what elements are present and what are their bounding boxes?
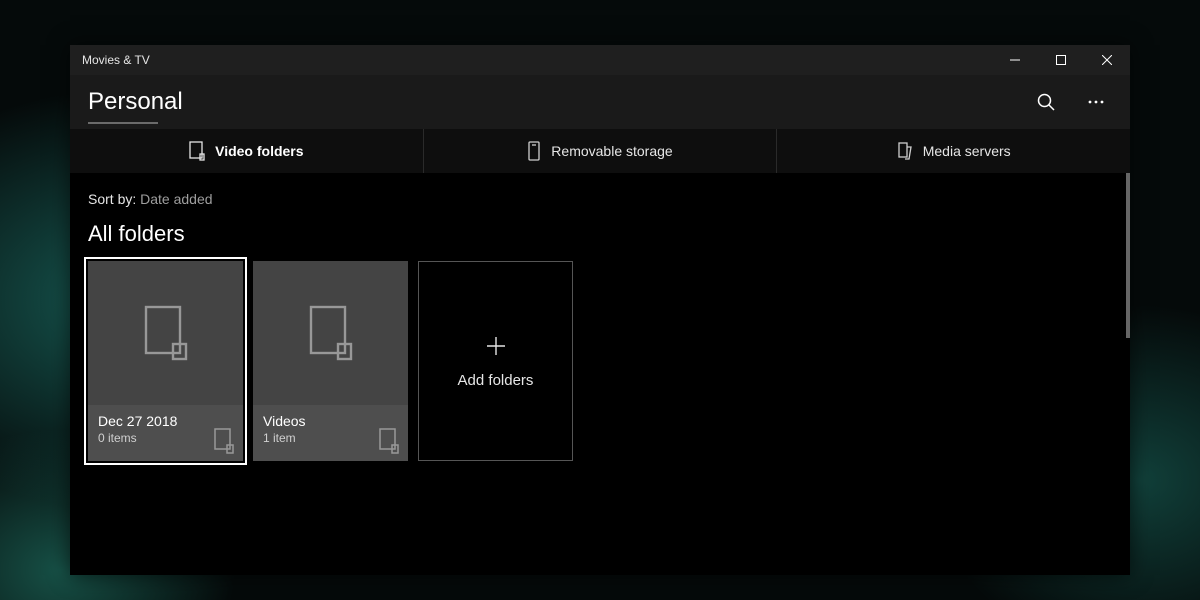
tab-label: Video folders (215, 143, 303, 159)
close-icon (1102, 55, 1112, 65)
close-button[interactable] (1084, 45, 1130, 75)
folder-outline-icon (189, 141, 205, 161)
window-controls (992, 45, 1130, 75)
folder-outline-icon (143, 304, 189, 362)
header-actions (1030, 86, 1112, 118)
folder-badge (213, 427, 235, 455)
app-name: Movies & TV (82, 53, 150, 67)
sort-by-control[interactable]: Sort by: Date added (88, 191, 1112, 207)
tab-removable-storage[interactable]: Removable storage (424, 129, 778, 173)
add-folders-tile[interactable]: Add folders (418, 261, 573, 461)
drive-icon (527, 141, 541, 161)
tab-video-folders[interactable]: Video folders (70, 129, 424, 173)
page-header: Personal (70, 75, 1130, 129)
minimize-button[interactable] (992, 45, 1038, 75)
search-button[interactable] (1030, 86, 1062, 118)
section-heading: All folders (88, 221, 1112, 247)
sort-value: Date added (140, 191, 212, 207)
titlebar: Movies & TV (70, 45, 1130, 75)
more-button[interactable] (1080, 86, 1112, 118)
content-area: Sort by: Date added All folders Dec 27 2… (70, 173, 1130, 575)
maximize-icon (1056, 55, 1066, 65)
add-folders-label: Add folders (458, 372, 534, 389)
app-window: Movies & TV Personal Video fo (70, 45, 1130, 575)
tab-label: Removable storage (551, 143, 672, 159)
folder-thumbnail (253, 261, 408, 405)
folder-tile[interactable]: Videos 1 item (253, 261, 408, 461)
scrollbar[interactable] (1126, 173, 1130, 338)
search-icon (1036, 92, 1056, 112)
tab-label: Media servers (923, 143, 1011, 159)
source-tabs: Video folders Removable storage Media se… (70, 129, 1130, 173)
folder-thumbnail (88, 261, 243, 405)
page-title: Personal (88, 88, 183, 116)
folder-grid: Dec 27 2018 0 items Videos 1 item (88, 261, 1112, 461)
folder-info: Dec 27 2018 0 items (88, 405, 243, 461)
plus-icon (484, 334, 508, 358)
folder-outline-icon (308, 304, 354, 362)
folder-badge (378, 427, 400, 455)
minimize-icon (1010, 55, 1020, 65)
server-icon (897, 141, 913, 161)
more-icon (1086, 92, 1106, 112)
sort-prefix: Sort by: (88, 191, 136, 207)
tab-media-servers[interactable]: Media servers (777, 129, 1130, 173)
folder-outline-icon (213, 427, 235, 455)
maximize-button[interactable] (1038, 45, 1084, 75)
folder-outline-icon (378, 427, 400, 455)
folder-info: Videos 1 item (253, 405, 408, 461)
folder-tile[interactable]: Dec 27 2018 0 items (88, 261, 243, 461)
